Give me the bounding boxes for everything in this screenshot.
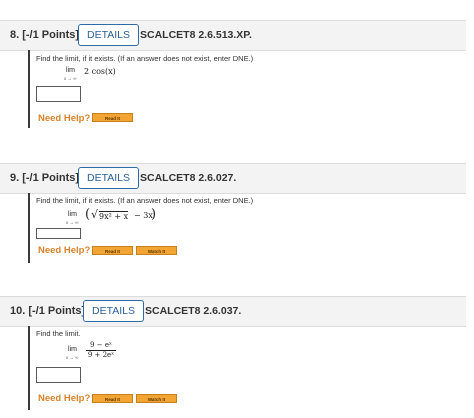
question-number: 8. [-/1 Points] — [10, 29, 80, 41]
question-10-body: Find the limit. lim x → ∞ 9 − eˣ 9 + 2eˣ… — [28, 326, 468, 410]
limit-fraction: 9 − eˣ 9 + 2eˣ — [86, 341, 116, 360]
details-button[interactable]: DETAILS — [83, 300, 144, 322]
lim-subscript: x → ∞ — [66, 220, 79, 225]
lim-operator: lim — [68, 211, 77, 218]
watch-it-button[interactable]: Watch It — [136, 394, 177, 403]
question-8-header: 8. [-/1 Points] DETAILS SCALCET8 2.6.513… — [0, 20, 466, 51]
details-button[interactable]: DETAILS — [78, 167, 139, 189]
question-code: SCALCET8 2.6.027. — [140, 172, 237, 184]
lim-subscript: x → ∞ — [66, 355, 79, 360]
answer-input[interactable] — [36, 228, 81, 239]
question-9-body: Find the limit, if it exists. (If an ans… — [28, 193, 468, 263]
need-help-label: Need Help? — [38, 393, 91, 404]
read-it-button[interactable]: Read It — [92, 394, 133, 403]
question-prompt: Find the limit, if it exists. (If an ans… — [36, 196, 254, 205]
lim-operator: lim — [66, 67, 75, 74]
answer-input[interactable] — [36, 86, 81, 102]
question-code: SCALCET8 2.6.037. — [145, 305, 242, 317]
answer-input[interactable] — [36, 367, 81, 383]
need-help-label: Need Help? — [38, 245, 91, 256]
question-number: 9. [-/1 Points] — [10, 172, 80, 184]
question-9-header: 9. [-/1 Points] DETAILS SCALCET8 2.6.027… — [0, 163, 466, 194]
fraction-denominator: 9 + 2eˣ — [87, 351, 115, 359]
need-help-label: Need Help? — [38, 113, 91, 124]
lim-operator: lim — [68, 346, 77, 353]
question-prompt: Find the limit. — [36, 329, 81, 338]
question-8-body: Find the limit, if it exists. (If an ans… — [28, 50, 468, 128]
left-paren: ( — [85, 207, 91, 222]
sqrt-sign: √ — [91, 208, 99, 221]
lim-subscript: x → ∞ — [64, 76, 77, 81]
right-paren: ) — [151, 207, 157, 222]
question-code: SCALCET8 2.6.513.XP. — [140, 29, 252, 41]
details-button[interactable]: DETAILS — [78, 24, 139, 46]
question-10-header: 10. [-/1 Points] DETAILS SCALCET8 2.6.03… — [0, 296, 466, 327]
question-number: 10. [-/1 Points] — [10, 305, 86, 317]
read-it-button[interactable]: Read It — [92, 113, 133, 122]
fraction-numerator: 9 − eˣ — [90, 341, 112, 349]
read-it-button[interactable]: Read It — [92, 246, 133, 255]
watch-it-button[interactable]: Watch It — [136, 246, 177, 255]
limit-expression: 2 cos(x) — [84, 67, 116, 76]
sqrt-radicand: 9x² + x — [99, 211, 129, 221]
question-prompt: Find the limit, if it exists. (If an ans… — [36, 54, 254, 63]
